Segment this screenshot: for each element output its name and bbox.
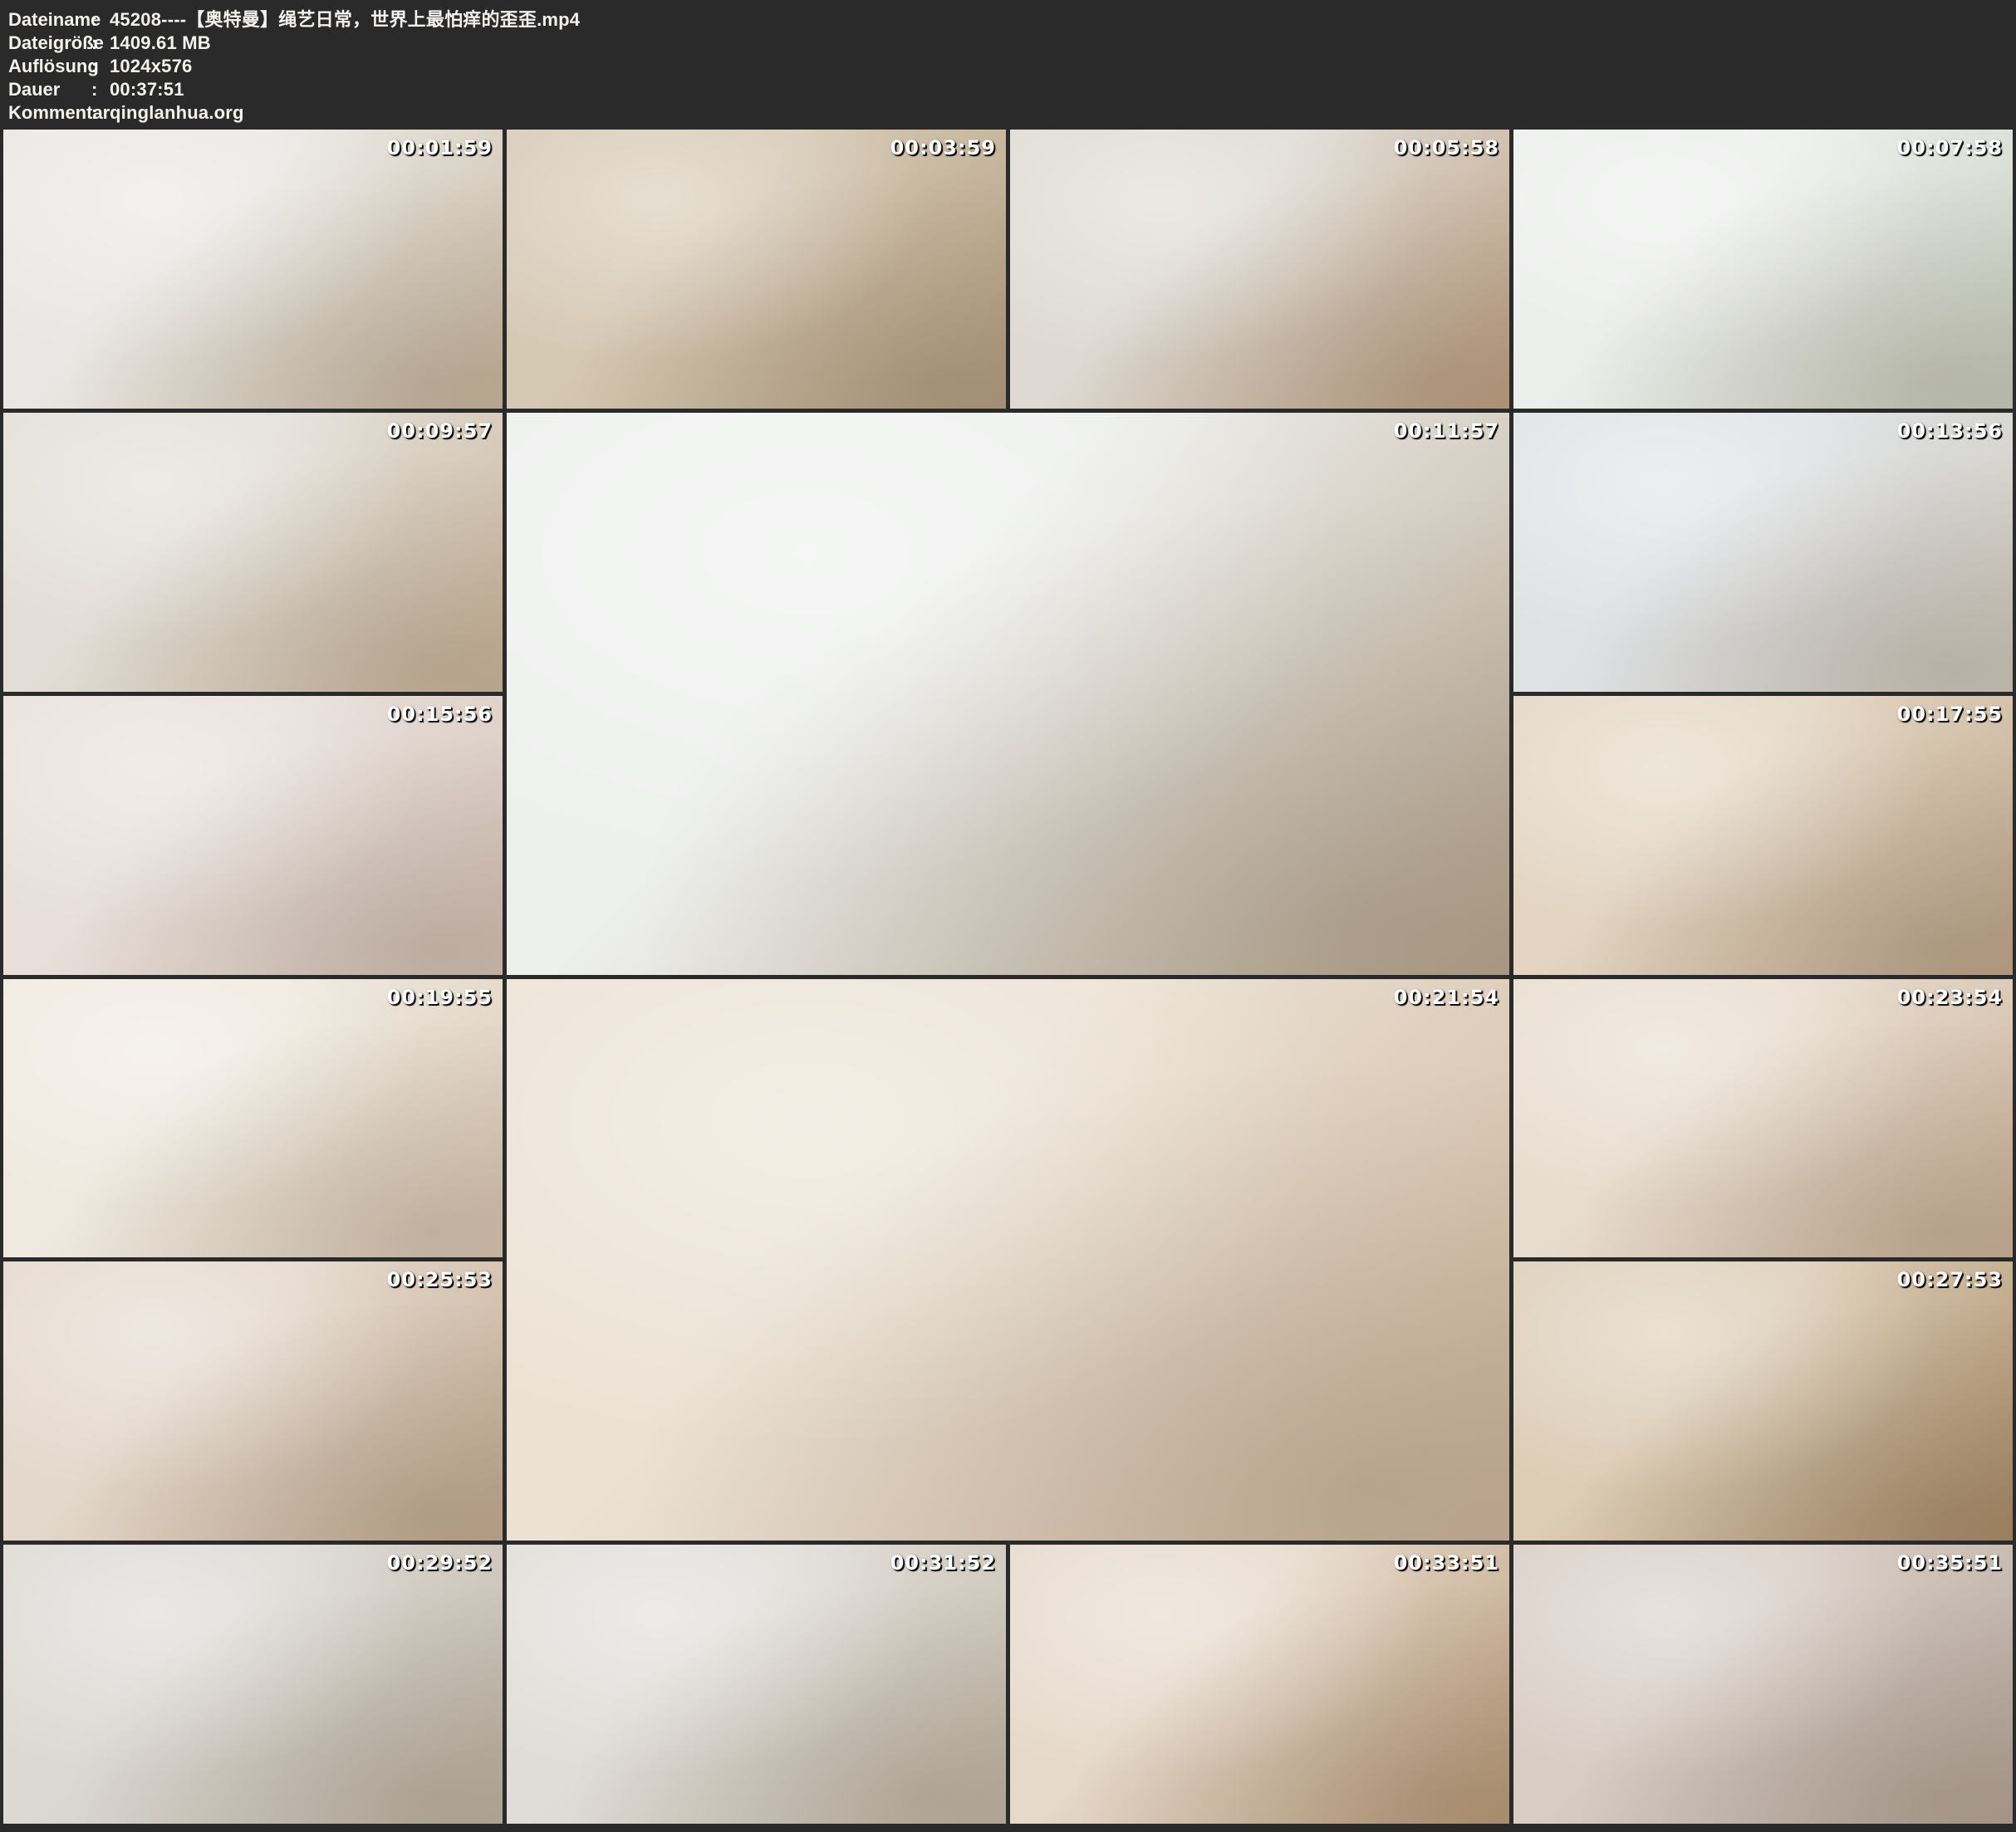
- video-thumbnail[interactable]: 00:01:59: [3, 130, 503, 409]
- meta-row-resolution: Auflösung : 1024x576: [8, 55, 2016, 78]
- timestamp-overlay: 00:25:53: [387, 1268, 493, 1291]
- meta-row-filename: Dateiname : 45208----【奥特曼】绳艺日常，世界上最怕痒的歪歪…: [8, 8, 2016, 32]
- meta-row-comment: Kommentar : qinglanhua.org: [8, 101, 2016, 125]
- thumbnail-light-overlay: [3, 413, 503, 692]
- video-thumbnail[interactable]: 00:33:51: [1010, 1545, 1509, 1824]
- thumbnail-light-overlay: [1010, 1545, 1509, 1824]
- timestamp-overlay: 00:23:54: [1897, 986, 2003, 1009]
- meta-separator: :: [91, 8, 110, 32]
- meta-separator: :: [91, 55, 110, 78]
- meta-value-resolution: 1024x576: [110, 55, 192, 78]
- meta-value-duration: 00:37:51: [110, 78, 184, 101]
- thumbnail-light-overlay: [1513, 130, 2013, 409]
- timestamp-overlay: 00:17:55: [1897, 703, 2003, 726]
- video-thumbnail[interactable]: 00:07:58: [1513, 130, 2013, 409]
- video-thumbnail[interactable]: 00:21:54: [507, 979, 1509, 1541]
- contact-sheet-page: Dateiname : 45208----【奥特曼】绳艺日常，世界上最怕痒的歪歪…: [0, 0, 2016, 1832]
- timestamp-overlay: 00:35:51: [1897, 1551, 2003, 1575]
- thumbnail-light-overlay: [1513, 413, 2013, 692]
- meta-separator: :: [91, 101, 110, 125]
- meta-label-resolution: Auflösung: [8, 55, 91, 78]
- thumbnail-light-overlay: [3, 1261, 503, 1541]
- meta-separator: :: [91, 78, 110, 101]
- video-thumbnail[interactable]: 00:03:59: [507, 130, 1006, 409]
- video-thumbnail[interactable]: 00:31:52: [507, 1545, 1006, 1824]
- thumbnail-light-overlay: [3, 979, 503, 1258]
- thumbnail-light-overlay: [1513, 1545, 2013, 1824]
- metadata-header: Dateiname : 45208----【奥特曼】绳艺日常，世界上最怕痒的歪歪…: [0, 0, 2016, 130]
- video-thumbnail[interactable]: 00:35:51: [1513, 1545, 2013, 1824]
- timestamp-overlay: 00:05:58: [1394, 136, 1499, 159]
- meta-separator: :: [91, 32, 110, 55]
- video-thumbnail[interactable]: 00:15:56: [3, 696, 503, 975]
- thumbnail-light-overlay: [507, 979, 1509, 1541]
- thumbnail-light-overlay: [1010, 130, 1509, 409]
- thumbnail-light-overlay: [1513, 979, 2013, 1258]
- timestamp-overlay: 00:03:59: [890, 136, 996, 159]
- timestamp-overlay: 00:29:52: [387, 1551, 493, 1575]
- thumbnail-light-overlay: [507, 130, 1006, 409]
- timestamp-overlay: 00:33:51: [1394, 1551, 1499, 1575]
- thumbnail-grid: 00:01:59 00:03:59 00:05:58 00:07:58 00:0…: [3, 130, 2013, 1824]
- thumbnail-light-overlay: [3, 130, 503, 409]
- meta-label-filename: Dateiname: [8, 8, 91, 32]
- video-thumbnail[interactable]: 00:11:57: [507, 413, 1509, 975]
- meta-row-filesize: Dateigröße : 1409.61 MB: [8, 32, 2016, 55]
- video-thumbnail[interactable]: 00:25:53: [3, 1261, 503, 1541]
- thumbnail-light-overlay: [507, 1545, 1006, 1824]
- video-thumbnail[interactable]: 00:09:57: [3, 413, 503, 692]
- thumbnail-light-overlay: [1513, 1261, 2013, 1541]
- timestamp-overlay: 00:07:58: [1897, 136, 2003, 159]
- timestamp-overlay: 00:11:57: [1394, 419, 1499, 443]
- thumbnail-light-overlay: [3, 696, 503, 975]
- thumbnail-light-overlay: [3, 1545, 503, 1824]
- thumbnail-light-overlay: [507, 413, 1509, 975]
- timestamp-overlay: 00:09:57: [387, 419, 493, 443]
- video-thumbnail[interactable]: 00:23:54: [1513, 979, 2013, 1258]
- timestamp-overlay: 00:31:52: [890, 1551, 996, 1575]
- timestamp-overlay: 00:19:55: [387, 986, 493, 1009]
- timestamp-overlay: 00:21:54: [1394, 986, 1499, 1009]
- timestamp-overlay: 00:13:56: [1897, 419, 2003, 443]
- video-thumbnail[interactable]: 00:19:55: [3, 979, 503, 1258]
- video-thumbnail[interactable]: 00:17:55: [1513, 696, 2013, 975]
- video-thumbnail[interactable]: 00:29:52: [3, 1545, 503, 1824]
- thumbnail-light-overlay: [1513, 696, 2013, 975]
- video-thumbnail[interactable]: 00:13:56: [1513, 413, 2013, 692]
- meta-label-duration: Dauer: [8, 78, 91, 101]
- meta-label-comment: Kommentar: [8, 101, 91, 125]
- timestamp-overlay: 00:15:56: [387, 703, 493, 726]
- meta-value-filesize: 1409.61 MB: [110, 32, 211, 55]
- meta-value-filename: 45208----【奥特曼】绳艺日常，世界上最怕痒的歪歪.mp4: [110, 8, 580, 32]
- video-thumbnail[interactable]: 00:05:58: [1010, 130, 1509, 409]
- meta-row-duration: Dauer : 00:37:51: [8, 78, 2016, 101]
- timestamp-overlay: 00:27:53: [1897, 1268, 2003, 1291]
- meta-label-filesize: Dateigröße: [8, 32, 91, 55]
- video-thumbnail[interactable]: 00:27:53: [1513, 1261, 2013, 1541]
- meta-value-comment: qinglanhua.org: [110, 101, 244, 125]
- timestamp-overlay: 00:01:59: [387, 136, 493, 159]
